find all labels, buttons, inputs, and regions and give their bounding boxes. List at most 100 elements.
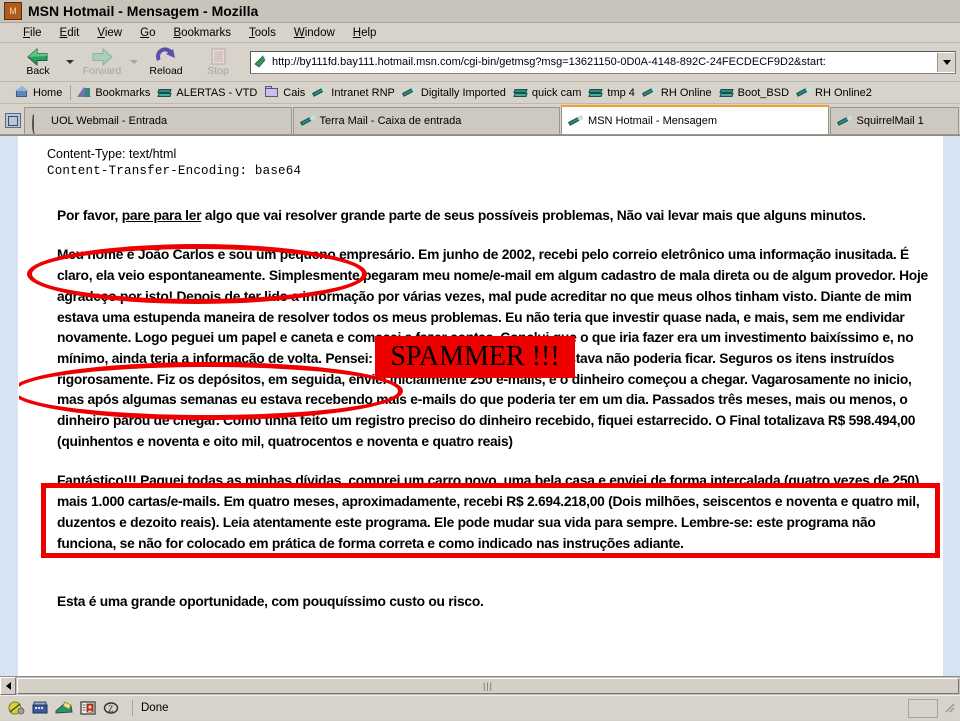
- tab-terra-mail[interactable]: Terra Mail - Caixa de entrada: [292, 107, 561, 134]
- bookmark-label: Home: [33, 86, 63, 99]
- tab-msn-hotmail[interactable]: MSN Hotmail - Mensagem: [561, 105, 829, 134]
- book-icon: [158, 86, 173, 99]
- spammer-stamp-text: SPAMMER !!!: [390, 341, 560, 372]
- forward-label: Forward: [82, 65, 122, 77]
- bookmark-boot-bsd[interactable]: Boot_BSD: [717, 86, 794, 99]
- url-dropdown-button[interactable]: [937, 52, 955, 72]
- bookmark-bookmarks[interactable]: Bookmarks: [74, 86, 155, 99]
- title-bar: M MSN Hotmail - Mensagem - Mozilla: [0, 0, 960, 23]
- page-favicon: [254, 55, 268, 69]
- menu-window[interactable]: Window: [285, 26, 344, 40]
- bookmarks-icon: [77, 86, 92, 99]
- popup-blocker-icon[interactable]: [6, 700, 26, 716]
- toolbar-divider: [70, 85, 72, 100]
- paragraph-intro-part1: Por favor,: [57, 207, 122, 223]
- book-icon: [514, 86, 529, 99]
- bookmark-label: RH Online2: [815, 86, 872, 99]
- back-label: Back: [26, 65, 50, 77]
- security-icon[interactable]: Z: [102, 700, 122, 716]
- paragraph-fantastico: Fantástico!!! Paguei todas as minhas dív…: [57, 473, 920, 551]
- bookmark-label: Digitally Imported: [420, 86, 506, 99]
- menu-go[interactable]: Go: [131, 26, 164, 40]
- pencil-icon: [838, 115, 852, 127]
- status-progress-cell: [908, 698, 938, 718]
- tab-label: UOL Webmail - Entrada: [51, 115, 168, 127]
- horizontal-scroll-track[interactable]: |||: [16, 677, 960, 695]
- bookmark-label: Boot_BSD: [737, 86, 790, 99]
- bookmarks-toolbar: Home Bookmarks ALERTAS - VTD Cais Intran…: [0, 82, 960, 104]
- bookmark-rh-online2[interactable]: RH Online2: [794, 86, 877, 99]
- url-text[interactable]: http://by111fd.bay111.hotmail.msn.com/cg…: [272, 56, 937, 68]
- status-text: Done: [141, 702, 169, 714]
- svg-text:Z: Z: [108, 704, 114, 714]
- pencil-icon: [403, 86, 418, 99]
- stop-icon: [211, 48, 226, 65]
- status-right-group: [906, 698, 960, 718]
- tab-squirrelmail[interactable]: SquirrelMail 1: [829, 107, 959, 134]
- message-text: Por favor, pare para ler algo que vai re…: [19, 206, 943, 613]
- bookmark-label: ALERTAS - VTD: [176, 86, 258, 99]
- mime-headers: Content-Type: text/html Content-Transfer…: [19, 136, 943, 180]
- bookmark-alertas-vtd[interactable]: ALERTAS - VTD: [155, 86, 262, 99]
- cookie-manager-icon[interactable]: [30, 700, 50, 716]
- scroll-left-button[interactable]: [0, 677, 16, 695]
- back-button[interactable]: Back: [12, 44, 64, 80]
- bookmark-quick-cam[interactable]: quick cam: [511, 86, 587, 99]
- menu-help[interactable]: Help: [344, 26, 386, 40]
- forward-history-dropdown[interactable]: [128, 44, 140, 80]
- image-manager-icon[interactable]: [54, 700, 74, 716]
- status-divider: [132, 700, 133, 716]
- reload-button[interactable]: Reload: [140, 44, 192, 80]
- bookmark-home[interactable]: Home: [12, 86, 67, 99]
- address-book-icon[interactable]: [78, 700, 98, 716]
- address-bar[interactable]: http://by111fd.bay111.hotmail.msn.com/cg…: [250, 50, 956, 74]
- menu-bookmarks[interactable]: Bookmarks: [164, 26, 240, 40]
- spammer-stamp: SPAMMER !!!: [375, 336, 575, 378]
- back-history-dropdown[interactable]: [64, 44, 76, 80]
- reload-label: Reload: [149, 65, 183, 77]
- forward-button[interactable]: Forward: [76, 44, 128, 80]
- bookmark-label: tmp 4: [607, 86, 635, 99]
- stop-button[interactable]: Stop: [192, 44, 244, 80]
- book-icon: [589, 86, 604, 99]
- back-arrow-icon: [27, 47, 48, 66]
- content-transfer-encoding-header: Content-Transfer-Encoding: base64: [47, 163, 302, 178]
- bookmark-rh-online[interactable]: RH Online: [640, 86, 717, 99]
- menu-edit[interactable]: Edit: [51, 26, 89, 40]
- bookmark-tmp-4[interactable]: tmp 4: [586, 86, 640, 99]
- bookmark-label: Bookmarks: [95, 86, 151, 99]
- pencil-icon: [301, 115, 315, 127]
- paragraph-closing: Esta é uma grande oportunidade, com pouq…: [57, 594, 484, 610]
- paragraph-intro: Por favor, pare para ler algo que vai re…: [57, 206, 937, 227]
- pencil-icon: [569, 115, 583, 127]
- loading-spinner-icon: [32, 113, 46, 134]
- reload-icon: [156, 47, 175, 62]
- bookmark-label: Cais: [283, 86, 306, 99]
- resize-grip[interactable]: [942, 700, 956, 716]
- bookmark-label: Intranet RNP: [331, 86, 395, 99]
- tab-bar: UOL Webmail - Entrada Terra Mail - Caixa…: [0, 104, 960, 135]
- content-type-header: Content-Type: text/html: [47, 147, 177, 161]
- stop-label: Stop: [207, 65, 229, 77]
- page-left-margin: [0, 136, 19, 676]
- forward-arrow-icon: [92, 47, 113, 66]
- browser-window: M MSN Hotmail - Mensagem - Mozilla File …: [0, 0, 960, 720]
- pencil-icon: [643, 86, 658, 99]
- menu-tools[interactable]: Tools: [240, 26, 285, 40]
- house-icon: [15, 86, 30, 99]
- stop-and-read-link[interactable]: pare para ler: [122, 208, 202, 223]
- menu-file[interactable]: File: [14, 26, 51, 40]
- menu-view[interactable]: View: [88, 26, 131, 40]
- bookmark-label: RH Online: [660, 86, 712, 99]
- menu-bar: File Edit View Go Bookmarks Tools Window…: [0, 23, 960, 43]
- tab-uol-webmail[interactable]: UOL Webmail - Entrada: [24, 107, 292, 134]
- bookmark-digitally-imported[interactable]: Digitally Imported: [400, 86, 511, 99]
- page-right-margin: [943, 136, 960, 676]
- window-title: MSN Hotmail - Mensagem - Mozilla: [28, 3, 259, 19]
- horizontal-scrollbar[interactable]: |||: [0, 676, 960, 695]
- mozilla-icon: M: [4, 2, 22, 20]
- horizontal-scroll-thumb[interactable]: |||: [17, 678, 959, 694]
- bookmark-cais[interactable]: Cais: [262, 86, 310, 99]
- tab-list-button[interactable]: [2, 108, 24, 132]
- bookmark-intranet-rnp[interactable]: Intranet RNP: [310, 86, 400, 99]
